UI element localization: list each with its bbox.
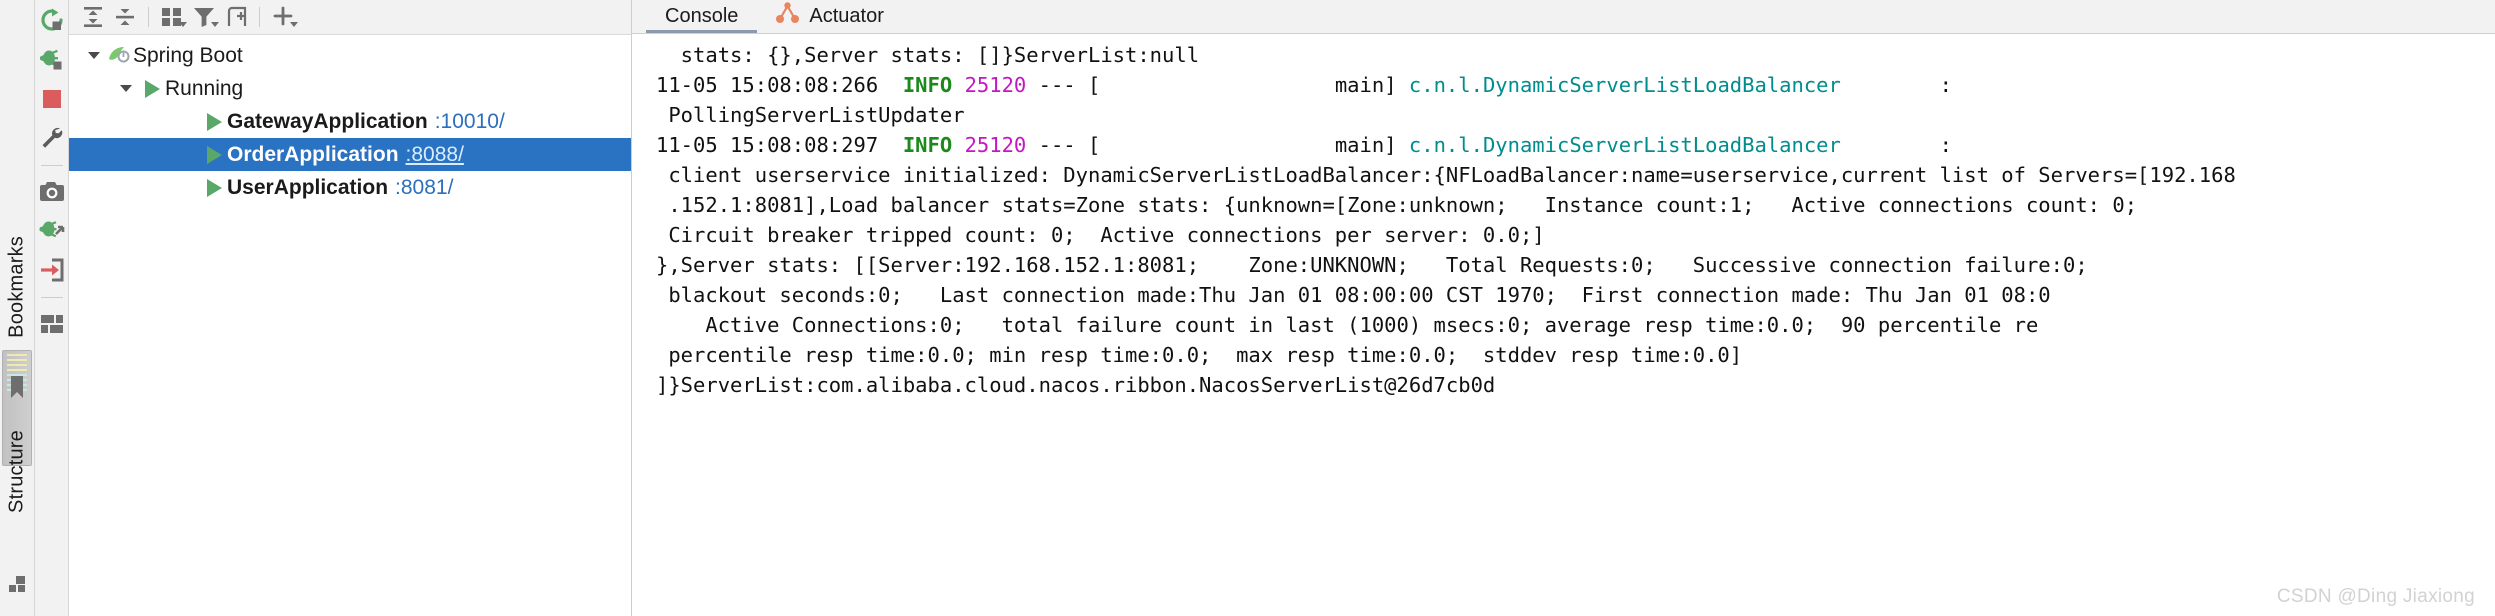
tree-node-spring-boot[interactable]: Spring Boot xyxy=(69,39,631,72)
screenshot-button[interactable] xyxy=(37,177,67,207)
console-text: stats: {},Server stats: []}ServerList:nu… xyxy=(632,40,2495,400)
tree-node-order-application[interactable]: OrderApplication :8088/ xyxy=(69,138,631,171)
tree-toolbar xyxy=(69,0,632,34)
rerun-icon xyxy=(40,8,63,31)
toolbar-divider xyxy=(40,165,63,166)
tab-console-label: Console xyxy=(665,4,739,27)
add-button[interactable] xyxy=(267,3,299,31)
sidebar-item-bookmarks[interactable]: Bookmarks xyxy=(6,236,29,338)
top-row: Console Actuator xyxy=(69,0,2495,34)
arrow-into-box-icon xyxy=(40,258,63,282)
wrench-icon xyxy=(42,127,62,148)
camera-icon xyxy=(39,182,64,201)
add-frame-icon xyxy=(227,6,247,26)
console-line: 11-05 15:08:08:266 INFO 25120 --- [ main… xyxy=(656,73,1952,97)
tab-actuator-label: Actuator xyxy=(809,4,884,27)
tree-node-port[interactable]: :8088/ xyxy=(406,143,464,167)
console-line: },Server stats: [[Server:192.168.152.1:8… xyxy=(656,253,2088,277)
console-line: PollingServerListUpdater xyxy=(656,103,965,127)
tree-node-gateway-application[interactable]: GatewayApplication :10010/ xyxy=(69,105,631,138)
chevron-down-icon-3 xyxy=(290,22,298,27)
collapse-all-button[interactable] xyxy=(109,3,141,31)
toolbar-divider-3 xyxy=(148,7,149,27)
tree-node-label: UserApplication xyxy=(227,175,389,199)
console-line: percentile resp time:0.0; min resp time:… xyxy=(656,343,1743,367)
console-line: 11-05 15:08:08:297 INFO 25120 --- [ main… xyxy=(656,133,1952,157)
tool-window-strip: Bookmarks Structure xyxy=(0,0,35,616)
attach-debugger-button[interactable] xyxy=(37,216,67,246)
body-row: Spring Boot Running GatewayApplication :… xyxy=(69,34,2495,616)
play-icon-user xyxy=(201,178,227,197)
stop-button[interactable] xyxy=(37,84,67,114)
console-line: Active Connections:0; total failure coun… xyxy=(656,313,2039,337)
play-icon-order xyxy=(201,145,227,164)
run-actions-toolbar xyxy=(35,0,69,616)
tree-node-label: OrderApplication xyxy=(227,142,399,166)
layout-icon xyxy=(40,315,63,333)
tree-node-port[interactable]: :10010/ xyxy=(435,110,505,134)
expand-all-button[interactable] xyxy=(77,3,109,31)
console-line: stats: {},Server stats: []}ServerList:nu… xyxy=(656,43,1200,67)
tree-node-label: Spring Boot xyxy=(133,43,243,67)
rerun-debug-button[interactable] xyxy=(37,45,67,75)
expand-all-icon xyxy=(84,7,102,27)
console-line: ]}ServerList:com.alibaba.cloud.nacos.rib… xyxy=(656,373,1496,397)
layout-button[interactable] xyxy=(37,309,67,339)
console-line: client userservice initialized: DynamicS… xyxy=(656,163,2236,187)
toolbar-divider-4 xyxy=(259,7,260,27)
bookmark-icon xyxy=(9,376,25,398)
tree-node-port[interactable]: :8081/ xyxy=(395,176,453,200)
collapse-all-icon xyxy=(116,9,134,25)
console-line: Circuit breaker tripped count: 0; Active… xyxy=(656,223,1545,247)
filter-button[interactable] xyxy=(188,3,220,31)
spring-boot-icon xyxy=(107,45,133,67)
sidebar-item-structure[interactable]: Structure xyxy=(6,430,29,513)
tree-node-label: GatewayApplication xyxy=(227,109,428,133)
rerun-button[interactable] xyxy=(37,6,67,36)
tab-bar: Console Actuator xyxy=(632,0,2495,34)
layout-icon[interactable] xyxy=(8,574,28,594)
watermark: CSDN @Ding Jiaxiong xyxy=(2276,586,2475,607)
chevron-down-icon-2 xyxy=(211,22,219,27)
tree-node-running[interactable]: Running xyxy=(69,72,631,105)
tree-node-label: Running xyxy=(165,76,244,100)
tab-console[interactable]: Console xyxy=(646,0,758,33)
stop-square-icon xyxy=(42,90,61,108)
import-button[interactable] xyxy=(37,255,67,285)
console-line: .152.1:8081],Load balancer stats=Zone st… xyxy=(656,193,2138,217)
tab-actuator[interactable]: Actuator xyxy=(757,0,902,33)
debug-rerun-icon xyxy=(39,49,61,70)
play-icon-gateway xyxy=(201,112,227,131)
settings-button[interactable] xyxy=(37,123,67,153)
debug-attach-icon xyxy=(39,221,64,238)
actuator-icon xyxy=(776,2,800,30)
group-by-button[interactable] xyxy=(156,3,188,31)
chevron-down-icon xyxy=(179,22,187,27)
console-line: blackout seconds:0; Last connection made… xyxy=(656,283,2051,307)
chevron-down-icon-running[interactable] xyxy=(113,85,139,92)
tree-node-user-application[interactable]: UserApplication :8081/ xyxy=(69,171,631,204)
toolbar-divider-2 xyxy=(40,297,63,298)
play-icon-running xyxy=(139,79,165,98)
main-area: Console Actuator Spring Boot Running Gat… xyxy=(69,0,2495,616)
add-endpoint-button[interactable] xyxy=(220,3,252,31)
console-output[interactable]: stats: {},Server stats: []}ServerList:nu… xyxy=(632,34,2495,616)
spring-boot-run-tree: Spring Boot Running GatewayApplication :… xyxy=(69,34,632,616)
ide-run-window: Bookmarks Structure Console Actuator Spr… xyxy=(0,0,2495,616)
chevron-down-icon-spring-boot[interactable] xyxy=(81,52,107,59)
